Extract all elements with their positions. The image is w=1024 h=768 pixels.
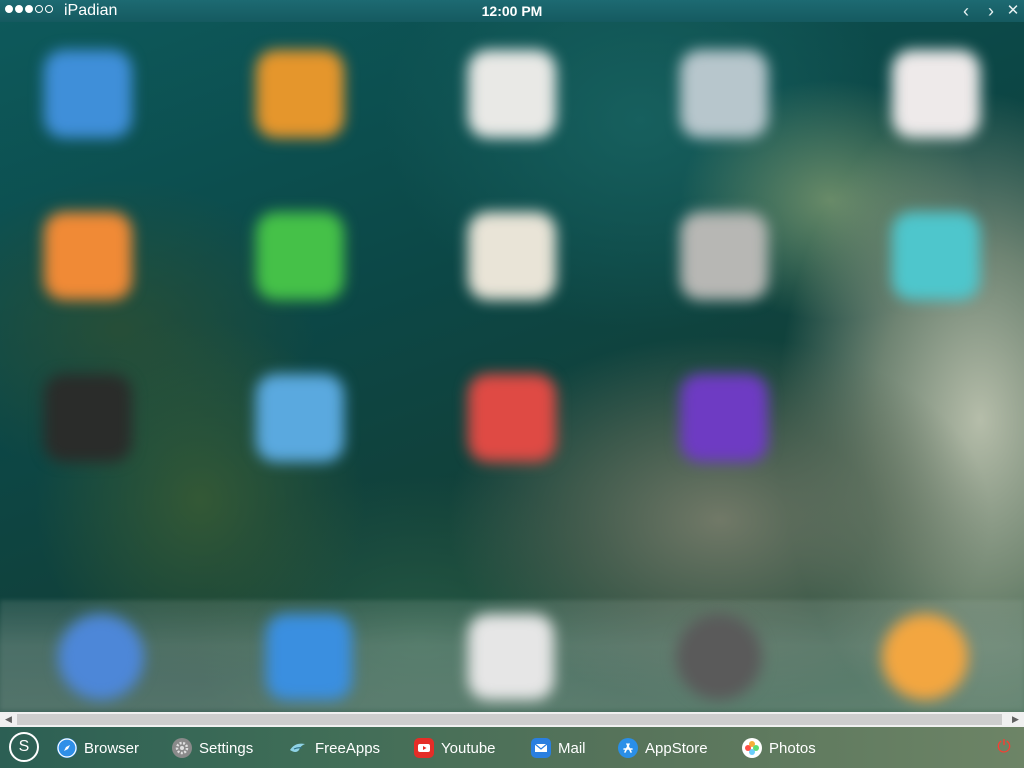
clock-app-icon[interactable] — [468, 50, 556, 138]
mail-orange-app-icon[interactable] — [44, 212, 132, 300]
messages-app-icon[interactable] — [256, 212, 344, 300]
grey-app-icon[interactable] — [680, 50, 768, 138]
camera-app-icon[interactable] — [676, 614, 762, 700]
taskbar-item-freeapps[interactable]: FreeApps — [288, 737, 380, 759]
weather-app-icon[interactable] — [256, 374, 344, 462]
health-app-icon[interactable] — [892, 50, 980, 138]
blue-app-icon[interactable] — [44, 50, 132, 138]
appstore-icon — [618, 738, 638, 758]
dark-app-icon[interactable] — [44, 374, 132, 462]
horizontal-scrollbar[interactable]: ◀ ▶ — [0, 712, 1024, 727]
teal-app-icon[interactable] — [892, 212, 980, 300]
silver-app-icon[interactable] — [680, 212, 768, 300]
power-button[interactable]: ⏻ — [994, 737, 1014, 757]
status-bar: iPadian 12:00 PM ‹ › ✕ — [0, 0, 1024, 22]
taskbar-item-label: FreeApps — [315, 739, 381, 757]
taskbar-item-appstore[interactable]: AppStore — [618, 737, 708, 759]
gear-icon — [172, 738, 192, 758]
scroll-right-arrow[interactable]: ▶ — [1007, 712, 1024, 727]
notes-app-icon[interactable] — [468, 212, 556, 300]
start-logo-icon: S — [18, 738, 30, 755]
video-app-icon[interactable] — [468, 374, 556, 462]
compass-icon — [57, 738, 77, 758]
back-button[interactable]: ‹ — [957, 1, 975, 21]
taskbar-item-label: Youtube — [441, 739, 496, 757]
bird-icon — [288, 738, 308, 758]
photos-app-icon[interactable] — [882, 614, 968, 700]
forward-button[interactable]: › — [982, 1, 1000, 21]
photos-pinwheel-icon — [742, 738, 762, 758]
status-clock: 12:00 PM — [481, 3, 543, 19]
taskbar-item-label: Settings — [199, 739, 254, 757]
safari-app-icon[interactable] — [58, 614, 144, 700]
scrollbar-thumb[interactable] — [17, 714, 1002, 725]
taskbar-item-label: AppStore — [645, 739, 708, 757]
taskbar-item-settings[interactable]: Settings — [172, 737, 253, 759]
scroll-left-arrow[interactable]: ◀ — [0, 712, 17, 727]
orange-app-icon[interactable] — [256, 50, 344, 138]
taskbar-item-label: Mail — [558, 739, 586, 757]
calendar-app-icon[interactable] — [468, 614, 554, 700]
mail-app-icon[interactable] — [266, 614, 352, 700]
close-button[interactable]: ✕ — [1004, 1, 1022, 21]
start-button[interactable]: S — [9, 732, 39, 762]
envelope-icon — [531, 738, 551, 758]
taskbar-item-label: Photos — [769, 739, 816, 757]
taskbar: S Browser Settings FreeApps Youtube Mail — [0, 727, 1024, 768]
taskbar-item-browser[interactable]: Browser — [57, 737, 139, 759]
taskbar-item-label: Browser — [84, 739, 140, 757]
taskbar-item-photos[interactable]: Photos — [742, 737, 816, 759]
taskbar-item-youtube[interactable]: Youtube — [414, 737, 496, 759]
youtube-icon — [414, 738, 434, 758]
taskbar-item-mail[interactable]: Mail — [531, 737, 586, 759]
purple-app-icon[interactable] — [680, 374, 768, 462]
